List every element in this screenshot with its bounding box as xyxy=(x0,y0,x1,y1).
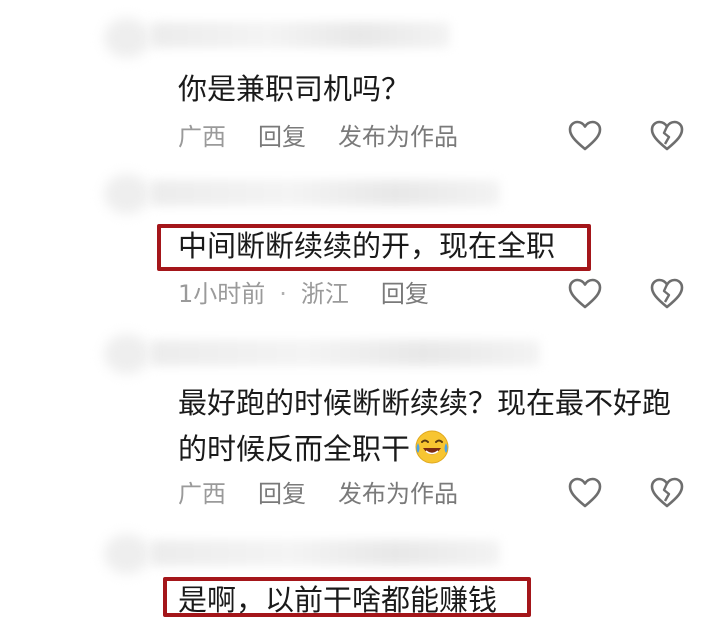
heart-icon[interactable] xyxy=(568,120,602,152)
avatar[interactable] xyxy=(104,174,150,214)
publish-as-work-button[interactable]: 发布为作品 xyxy=(338,478,458,510)
heart-icon[interactable] xyxy=(568,278,602,310)
comment-time: 1小时前 xyxy=(178,280,266,308)
username[interactable] xyxy=(150,540,500,566)
username[interactable] xyxy=(150,340,540,366)
avatar[interactable] xyxy=(104,534,150,574)
comment-meta: 广西 回复 发布为作品 xyxy=(178,121,458,153)
comment-text: 是啊，以前干啥都能赚钱 xyxy=(178,583,498,617)
avatar[interactable] xyxy=(104,334,150,374)
reply-button[interactable]: 回复 xyxy=(258,121,306,153)
username[interactable] xyxy=(150,22,450,48)
comment-location: 广西 xyxy=(178,123,226,151)
avatar[interactable] xyxy=(104,18,150,58)
broken-heart-icon[interactable] xyxy=(650,477,684,509)
comment-text-line: 的时候反而全职干 xyxy=(178,428,671,470)
username[interactable] xyxy=(150,180,500,206)
heart-icon[interactable] xyxy=(568,477,602,509)
crying-laughing-emoji-icon xyxy=(415,430,449,464)
comment-location: 广西 xyxy=(178,480,226,508)
comment-text: 最好跑的时候断断续续？现在最不好跑 的时候反而全职干 xyxy=(178,382,671,470)
comment-meta: 广西 回复 发布为作品 xyxy=(178,478,458,510)
reply-button[interactable]: 回复 xyxy=(258,478,306,510)
comment-location: 浙江 xyxy=(300,280,349,308)
broken-heart-icon[interactable] xyxy=(650,120,684,152)
broken-heart-icon[interactable] xyxy=(650,278,684,310)
publish-as-work-button[interactable]: 发布为作品 xyxy=(338,121,458,153)
comment-text: 你是兼职司机吗？ xyxy=(178,72,411,106)
meta-separator: · xyxy=(279,280,287,308)
comment-text-line: 最好跑的时候断断续续？现在最不好跑 xyxy=(178,386,672,420)
reply-button[interactable]: 回复 xyxy=(381,278,429,310)
comment-text: 中间断断续续的开，现在全职 xyxy=(178,229,556,263)
comment-meta: 1小时前 · 浙江 回复 xyxy=(178,278,429,310)
